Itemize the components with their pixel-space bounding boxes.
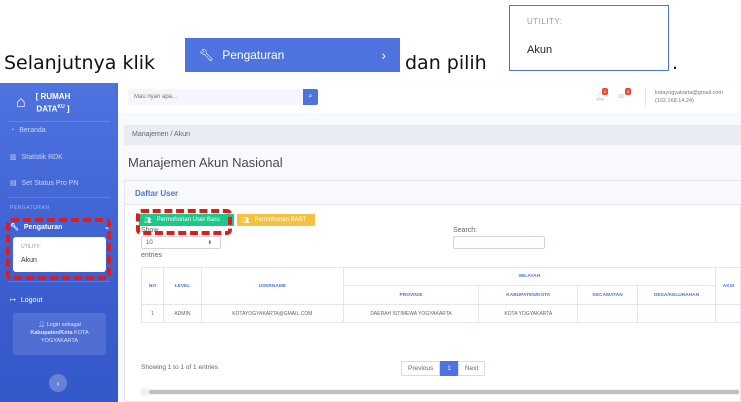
column-header[interactable]: AKSI	[714, 267, 741, 305]
brand-line1: [ RUMAH	[35, 91, 71, 101]
table-cell: 1	[141, 304, 164, 323]
column-header[interactable]: LEVEL	[162, 267, 202, 305]
entries-select[interactable]: 10 ⬍	[141, 236, 221, 249]
sidebar-heading-pengaturan: PENGATURAN	[10, 205, 50, 211]
horizontal-scrollbar[interactable]	[141, 389, 741, 395]
button-label: Permohonan BAST	[254, 217, 307, 223]
user-email: kotayogyakarta@gmail.com	[655, 90, 723, 96]
wrench-icon: 🔧︎	[199, 48, 215, 62]
table-cell: ADMIN	[162, 304, 202, 323]
instruction-text-before: Selanjutnya klik	[4, 52, 156, 74]
inline-pengaturan-label: Pengaturan	[222, 48, 285, 62]
users-icon: 👥︎	[242, 217, 250, 224]
highlight-pengaturan	[6, 218, 111, 280]
instruction-period: .	[672, 52, 679, 74]
brand-text: [ RUMAH DATAKU ]	[36, 92, 71, 115]
gauge-icon: ◔	[10, 127, 15, 134]
column-group-header: WILAYAH	[342, 267, 716, 286]
sidebar-toggle-button[interactable]: ‹	[49, 374, 67, 392]
login-line3: YOGYAKARTA	[41, 338, 78, 344]
user-icon: 👤︎	[38, 322, 46, 328]
sidebar-divider	[8, 281, 110, 282]
instruction-text-after: dan pilih	[405, 52, 487, 74]
pagination-previous[interactable]: Previous	[401, 361, 441, 376]
search-icon: ⌕	[308, 93, 313, 100]
entries-label: entries	[141, 252, 163, 259]
brand-line2: DATAKU ]	[36, 103, 70, 114]
column-header[interactable]: USERNAME	[200, 267, 344, 305]
sidebar-item-label: Beranda	[19, 127, 46, 134]
user-table: NO LEVEL USERNAME WILAYAH AKSI PROVINSI …	[141, 267, 741, 323]
column-header[interactable]: NO	[141, 267, 164, 305]
column-header[interactable]: KECAMATAN	[577, 285, 639, 305]
permohonan-bast-button[interactable]: 👥︎ Permohonan BAST	[237, 214, 315, 226]
chevron-right-icon: ›	[381, 47, 386, 63]
pagination-page-1[interactable]: 1	[440, 361, 458, 376]
table-row: 1 ADMIN KOTAYOGYAKARTA@GMAIL.COM DAERAH …	[141, 304, 741, 323]
brand[interactable]: ⌂ [ RUMAH DATAKU ]	[16, 89, 116, 117]
table-search-input[interactable]	[453, 236, 545, 249]
sidebar-divider	[8, 197, 110, 198]
topbar-divider	[645, 88, 646, 106]
column-header[interactable]: DESA/KELURAHAN	[637, 285, 716, 305]
search-button[interactable]: ⌕	[303, 89, 318, 105]
utility-menu-example: UTILITY: Akun	[509, 5, 669, 71]
scrollbar-thumb[interactable]	[149, 390, 739, 394]
app-screenshot: ⌂ [ RUMAH DATAKU ] ◔ Beranda ▥ Statistik…	[0, 83, 741, 402]
utility-heading: UTILITY:	[527, 17, 563, 26]
search-input[interactable]	[128, 89, 303, 105]
logout-icon: ↦	[10, 297, 16, 304]
table-cell: KOTA YOGYAKARTA	[478, 304, 579, 323]
sidebar-item-set-status[interactable]: ▤ Set Status Pro PN	[10, 179, 79, 188]
table-search-label: Search:	[453, 227, 478, 234]
instruction-bar: Selanjutnya klik 🔧︎ Pengaturan › dan pil…	[0, 0, 741, 80]
entries-select-value: 10	[146, 240, 153, 246]
breadcrumb: Manajemen / Akun	[124, 125, 741, 145]
sidebar-item-statistik[interactable]: ▥ Statistik RDK	[10, 153, 63, 162]
sidebar-item-label: Logout	[20, 296, 43, 304]
table-info: Showing 1 to 1 of 1 entries	[141, 364, 218, 371]
user-ip: (192.168.14.24)	[655, 98, 694, 104]
sidebar-item-logout[interactable]: ↦ Logout	[10, 296, 43, 305]
user-info[interactable]: kotayogyakarta@gmail.com (192.168.14.24)	[655, 89, 723, 105]
pagination-next[interactable]: Next	[457, 361, 486, 376]
column-header[interactable]: PROVINSI	[342, 285, 480, 305]
card-title: Daftar User	[125, 181, 741, 205]
inline-pengaturan-button: 🔧︎ Pengaturan ›	[185, 38, 400, 72]
table-cell	[637, 304, 716, 323]
chart-icon: ▥	[10, 154, 17, 161]
table-cell: DAERAH ISTIMEWA YOGYAKARTA	[342, 304, 480, 323]
pagination: Previous 1 Next	[401, 361, 486, 376]
login-line1: 👤︎ Login sebagai	[38, 322, 81, 328]
house-logo-icon: ⌂	[16, 94, 26, 111]
page-title: Manajemen Akun Nasional	[128, 155, 283, 170]
select-arrows-icon: ⬍	[207, 240, 212, 246]
column-header[interactable]: KABUPATEN/KOTA	[478, 285, 579, 305]
messages-badge: 0	[625, 88, 632, 95]
sidebar-item-beranda[interactable]: ◔ Beranda	[10, 127, 46, 134]
envelope-icon[interactable]: ✉	[618, 92, 625, 101]
table-cell: KOTAYOGYAKARTA@GMAIL.COM	[200, 304, 344, 323]
login-line2: Kabupaten/Kota KOTA	[30, 330, 89, 336]
alerts-badge: 0	[602, 88, 609, 95]
sidebar-divider	[8, 121, 110, 122]
login-info-box: 👤︎ Login sebagai Kabupaten/Kota KOTA YOG…	[13, 313, 106, 355]
list-icon: ▤	[10, 180, 17, 187]
table-cell	[714, 304, 741, 323]
sidebar-item-label: Statistik RDK	[21, 153, 63, 161]
main-content: Manajemen / Akun Manajemen Akun Nasional…	[118, 113, 741, 402]
highlight-permohonan-user-baru	[136, 209, 232, 235]
sidebar-item-label: Set Status Pro PN	[21, 179, 79, 187]
topbar: ⌕ 🔔︎ 0 ✉ 0 kotayogyakarta@gmail.com (192…	[118, 83, 741, 113]
utility-item-akun: Akun	[527, 44, 553, 56]
table-cell	[577, 304, 639, 323]
